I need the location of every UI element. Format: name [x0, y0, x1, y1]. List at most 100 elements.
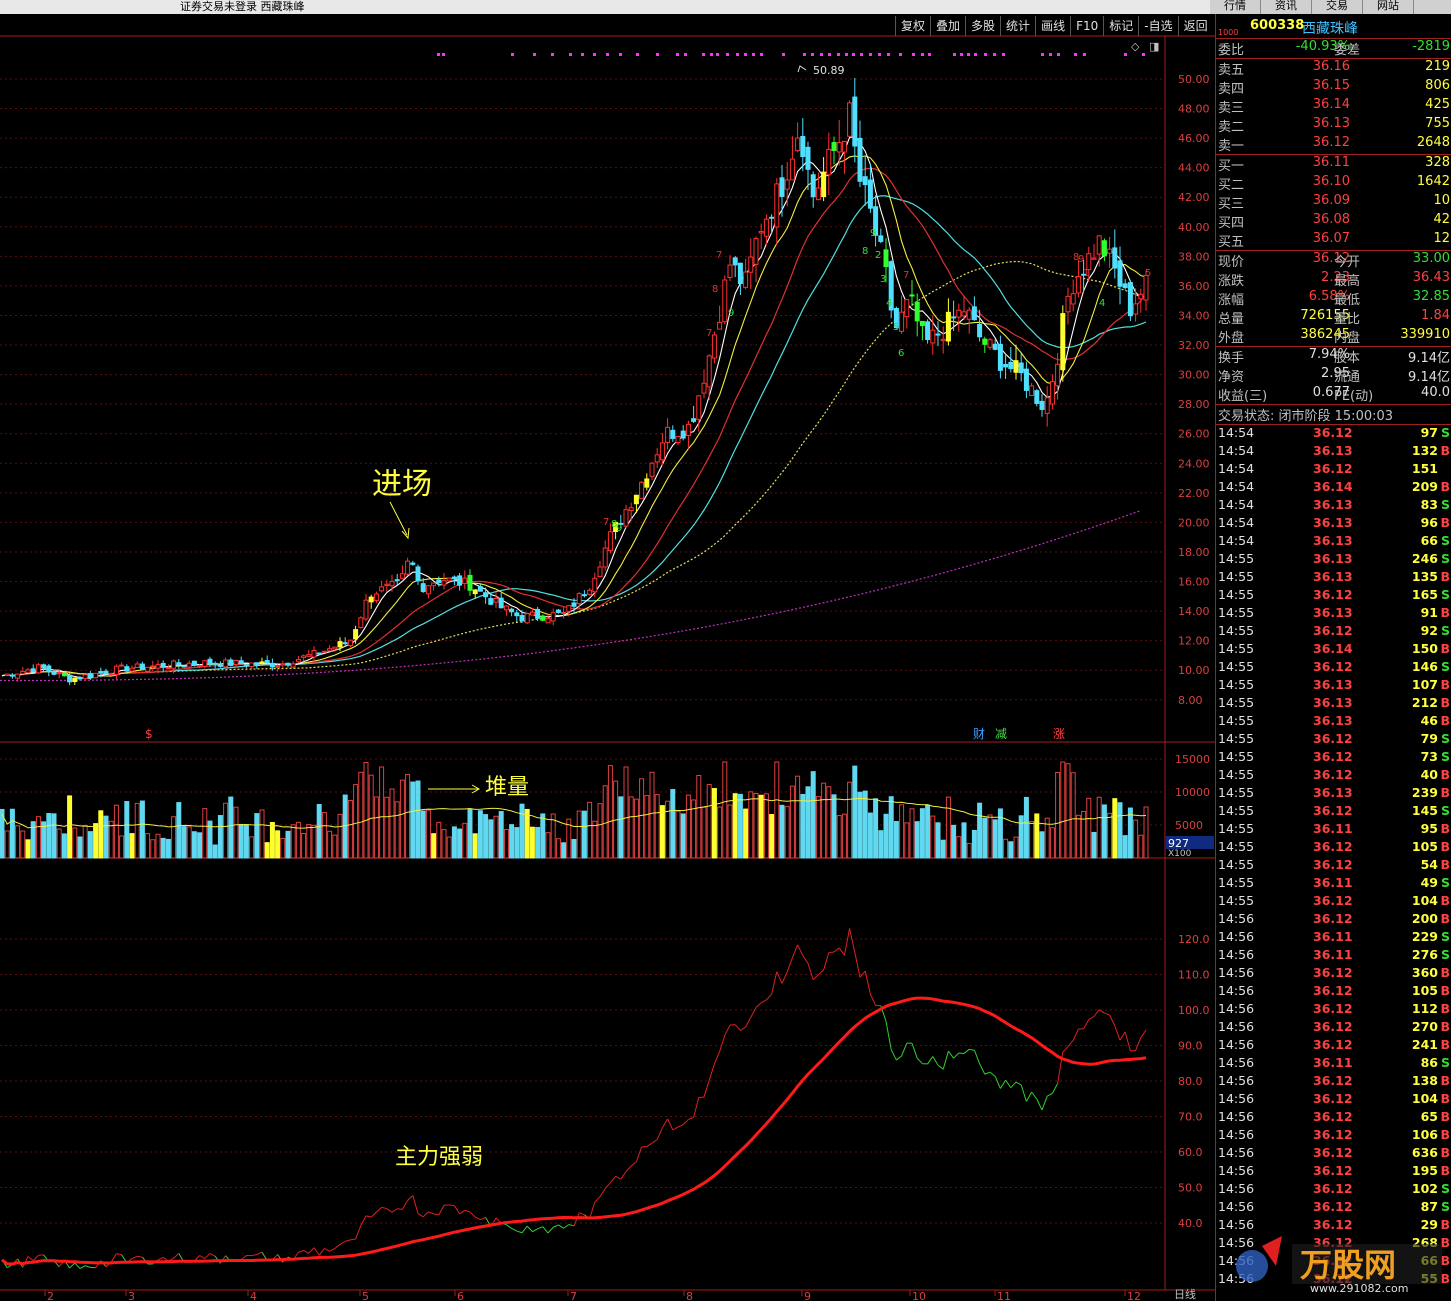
toolbar-multi-stock[interactable]: 多股: [965, 16, 1000, 36]
toolbar-f10[interactable]: F10: [1070, 16, 1103, 36]
tick-row[interactable]: 14:56 36.12 200 B: [1216, 911, 1451, 929]
tick-row[interactable]: 14:56 36.12 138 B: [1216, 1073, 1451, 1091]
signal-dot: [960, 53, 963, 56]
candle-body: [514, 612, 520, 617]
signal-dot: [511, 53, 514, 56]
tick-row[interactable]: 14:56 36.12 636 B: [1216, 1145, 1451, 1163]
tick-row[interactable]: 14:55 36.13 135 B: [1216, 569, 1451, 587]
strength-segment: [116, 1253, 122, 1256]
tick-row[interactable]: 14:56 36.12 112 B: [1216, 1001, 1451, 1019]
tick-row[interactable]: 14:55 36.12 92 S: [1216, 623, 1451, 641]
panel-toggle-icon[interactable]: ◨: [1149, 40, 1159, 53]
tick-row[interactable]: 14:55 36.12 104 B: [1216, 893, 1451, 911]
volume-bar: [852, 765, 858, 859]
tick-row[interactable]: 14:55 36.14 150 B: [1216, 641, 1451, 659]
tick-row[interactable]: 14:55 36.12 54 B: [1216, 857, 1451, 875]
tick-row[interactable]: 14:55 36.12 105 B: [1216, 839, 1451, 857]
volume-bar: [280, 837, 286, 859]
volume-bar: [134, 802, 140, 859]
level-price: 36.11: [1312, 155, 1350, 170]
menu-market[interactable]: 行情: [1210, 0, 1261, 14]
tick-list[interactable]: 14:54 36.12 97 S 14:54 36.13 132 B 14:54 36.12 151…: [1216, 424, 1451, 1289]
tick-row[interactable]: 14:54 36.14 209 B: [1216, 479, 1451, 497]
tick-row[interactable]: 14:54 36.12 97 S: [1216, 425, 1451, 443]
tick-row[interactable]: 14:56 36.12 65 B: [1216, 1109, 1451, 1127]
candle-body: [493, 597, 499, 603]
candle-body: [737, 262, 743, 284]
candle-body: [779, 177, 785, 197]
event-flag-finance[interactable]: 财: [973, 727, 985, 741]
volume-bar: [150, 839, 156, 859]
tick-row[interactable]: 14:55 36.11 95 B: [1216, 821, 1451, 839]
toolbar-restore-rights[interactable]: 复权: [895, 16, 930, 36]
candle-body: [717, 321, 723, 330]
strength-segment: [1051, 1083, 1059, 1094]
tick-row[interactable]: 14:55 36.12 145 S: [1216, 803, 1451, 821]
tick-row[interactable]: 14:56 36.12 102 S: [1216, 1181, 1451, 1199]
toolbar-back[interactable]: 返回: [1177, 16, 1213, 36]
tick-row[interactable]: 14:56 36.12 360 B: [1216, 965, 1451, 983]
tick-row[interactable]: 14:54 36.12 151: [1216, 461, 1451, 479]
tick-row[interactable]: 14:55 36.13 46 B: [1216, 713, 1451, 731]
candle-body: [467, 574, 473, 591]
price-tick: 50.00: [1178, 73, 1210, 86]
toolbar-draw-line[interactable]: 画线: [1035, 16, 1070, 36]
volume-bar: [493, 815, 499, 859]
tick-price: 36.11: [1313, 875, 1353, 890]
tick-row[interactable]: 14:55 36.13 246 S: [1216, 551, 1451, 569]
stat-label: 最高: [1334, 274, 1361, 289]
menu-news[interactable]: 资讯: [1261, 0, 1312, 14]
tick-direction: S: [1440, 623, 1450, 638]
candle-body: [602, 547, 608, 568]
strength-segment: [838, 947, 845, 956]
tick-row[interactable]: 14:55 36.12 146 S: [1216, 659, 1451, 677]
volume-bar: [545, 832, 551, 859]
dollar-flag[interactable]: $: [145, 727, 153, 741]
tick-row[interactable]: 14:55 36.12 40 B: [1216, 767, 1451, 785]
tick-row[interactable]: 14:56 36.12 270 B: [1216, 1019, 1451, 1037]
level-volume: 219: [1425, 59, 1450, 74]
tick-row[interactable]: 14:55 36.13 91 B: [1216, 605, 1451, 623]
tick-row[interactable]: 14:55 36.13 212 B: [1216, 695, 1451, 713]
tick-row[interactable]: 14:56 36.12 104 B: [1216, 1091, 1451, 1109]
toolbar-remove-watchlist[interactable]: -自选: [1138, 16, 1177, 36]
menu-trade[interactable]: 交易: [1312, 0, 1363, 14]
strength-segment: [776, 971, 783, 984]
tick-row[interactable]: 14:56 36.12 87 S: [1216, 1199, 1451, 1217]
tick-row[interactable]: 14:56 36.11 229 S: [1216, 929, 1451, 947]
tick-row[interactable]: 14:54 36.13 132 B: [1216, 443, 1451, 461]
tick-row[interactable]: 14:55 36.12 165 S: [1216, 587, 1451, 605]
tick-row[interactable]: 14:55 36.12 79 S: [1216, 731, 1451, 749]
tick-row[interactable]: 14:55 36.13 107 B: [1216, 677, 1451, 695]
candle-body: [51, 671, 57, 675]
tick-row[interactable]: 14:56 36.12 105 B: [1216, 983, 1451, 1001]
tick-time: 14:55: [1218, 605, 1255, 620]
tick-row[interactable]: 14:55 36.11 49 S: [1216, 875, 1451, 893]
tick-row[interactable]: 14:56 36.11 276 S: [1216, 947, 1451, 965]
tick-row[interactable]: 14:54 36.13 83 S: [1216, 497, 1451, 515]
tick-row[interactable]: 14:54 36.13 66 S: [1216, 533, 1451, 551]
event-flag-reduce[interactable]: 减: [995, 727, 1007, 741]
tick-row[interactable]: 14:56 36.11 86 S: [1216, 1055, 1451, 1073]
volume-bar: [1143, 806, 1149, 859]
tick-row[interactable]: 14:54 36.13 96 B: [1216, 515, 1451, 533]
tick-row[interactable]: 14:55 36.12 73 S: [1216, 749, 1451, 767]
event-flag-rise[interactable]: 涨: [1053, 726, 1065, 741]
tick-direction: B: [1440, 1127, 1450, 1142]
tick-row[interactable]: 14:56 36.12 106 B: [1216, 1127, 1451, 1145]
tick-time: 14:55: [1218, 623, 1255, 638]
stock-name[interactable]: 西藏珠峰: [1302, 18, 1358, 38]
toolbar-statistics[interactable]: 统计: [1000, 16, 1035, 36]
tick-row[interactable]: 14:56 36.12 195 B: [1216, 1163, 1451, 1181]
diamond-icon[interactable]: ◇: [1131, 40, 1139, 53]
tick-row[interactable]: 14:55 36.13 239 B: [1216, 785, 1451, 803]
volume-bar: [108, 820, 114, 859]
toolbar-mark[interactable]: 标记: [1103, 16, 1138, 36]
period-label[interactable]: 日线: [1174, 1287, 1196, 1301]
stock-code[interactable]: 600338: [1250, 18, 1304, 33]
toolbar-overlay[interactable]: 叠加: [930, 16, 965, 36]
tick-price: 36.12: [1313, 731, 1353, 746]
tick-row[interactable]: 14:56 36.12 241 B: [1216, 1037, 1451, 1055]
kline-chart-area[interactable]: 50.0048.0046.0044.0042.0040.0038.0036.00…: [0, 0, 1215, 1301]
menu-website[interactable]: 网站: [1363, 0, 1414, 14]
